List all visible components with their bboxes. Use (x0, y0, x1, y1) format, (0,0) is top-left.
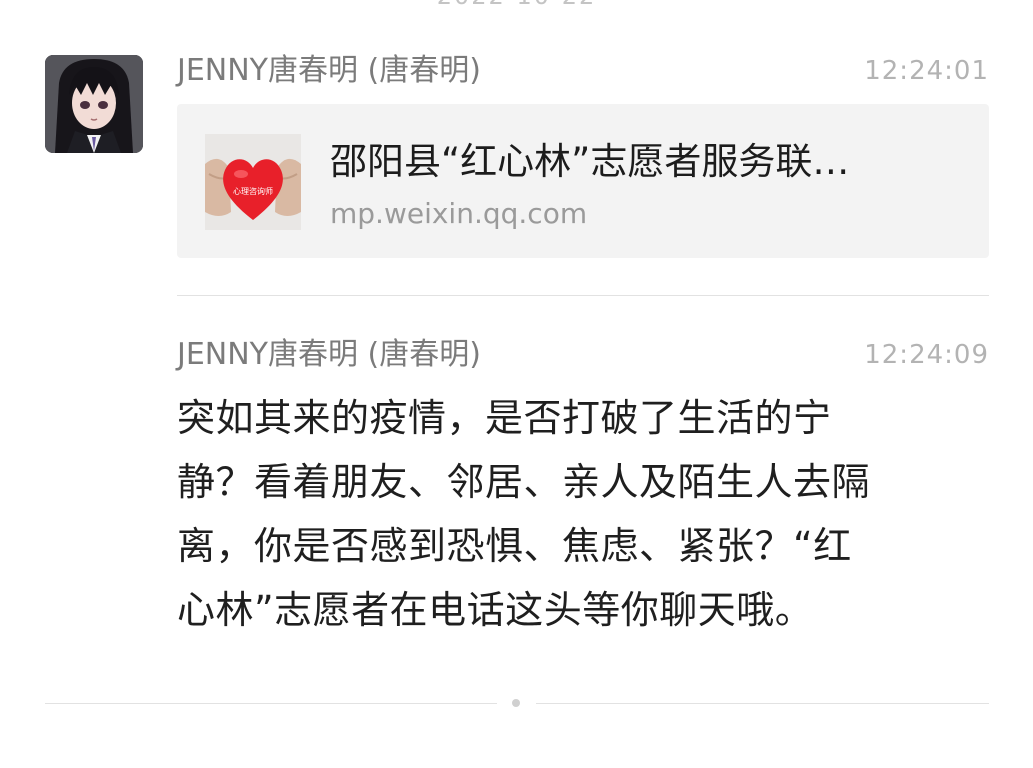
avatar-anime-girl-image (45, 55, 143, 153)
sender-name[interactable]: JENNY唐春明 (唐春明) (177, 335, 481, 375)
bottom-divider-left (45, 703, 497, 704)
message-time: 12:24:01 (864, 56, 989, 86)
message-time: 12:24:09 (864, 340, 989, 370)
link-thumbnail: 心理咨询师 (205, 134, 301, 230)
message-header: JENNY唐春明 (唐春明) 12:24:01 (177, 51, 989, 91)
avatar[interactable] (45, 55, 143, 153)
message-header: JENNY唐春明 (唐春明) 12:24:09 (177, 335, 989, 375)
message-text-line: 离，你是否感到恐惧、焦虑、紧张？“红 (177, 524, 852, 568)
link-card[interactable]: 心理咨询师 邵阳县“红心林”志愿者服务联… mp.weixin.qq.com (177, 104, 989, 258)
bottom-divider-right (536, 703, 989, 704)
link-url: mp.weixin.qq.com (330, 197, 588, 230)
thumb-caption: 心理咨询师 (233, 186, 273, 196)
date-separator: 2022-10-22 (0, 0, 1033, 10)
message-text[interactable]: 突如其来的疫情，是否打破了生活的宁 静？看着朋友、邻居、亲人及陌生人去隔 离，你… (177, 386, 992, 642)
separator-dot (512, 699, 520, 707)
heart-hands-image: 心理咨询师 (205, 134, 301, 230)
link-title[interactable]: 邵阳县“红心林”志愿者服务联… (330, 138, 970, 186)
message-divider (177, 295, 989, 296)
message-text-line: 突如其来的疫情，是否打破了生活的宁 (177, 396, 832, 440)
message-text-line: 心林”志愿者在电话这头等你聊天哦。 (177, 588, 814, 632)
sender-name[interactable]: JENNY唐春明 (唐春明) (177, 51, 481, 91)
message-text-line: 静？看着朋友、邻居、亲人及陌生人去隔 (177, 460, 871, 504)
